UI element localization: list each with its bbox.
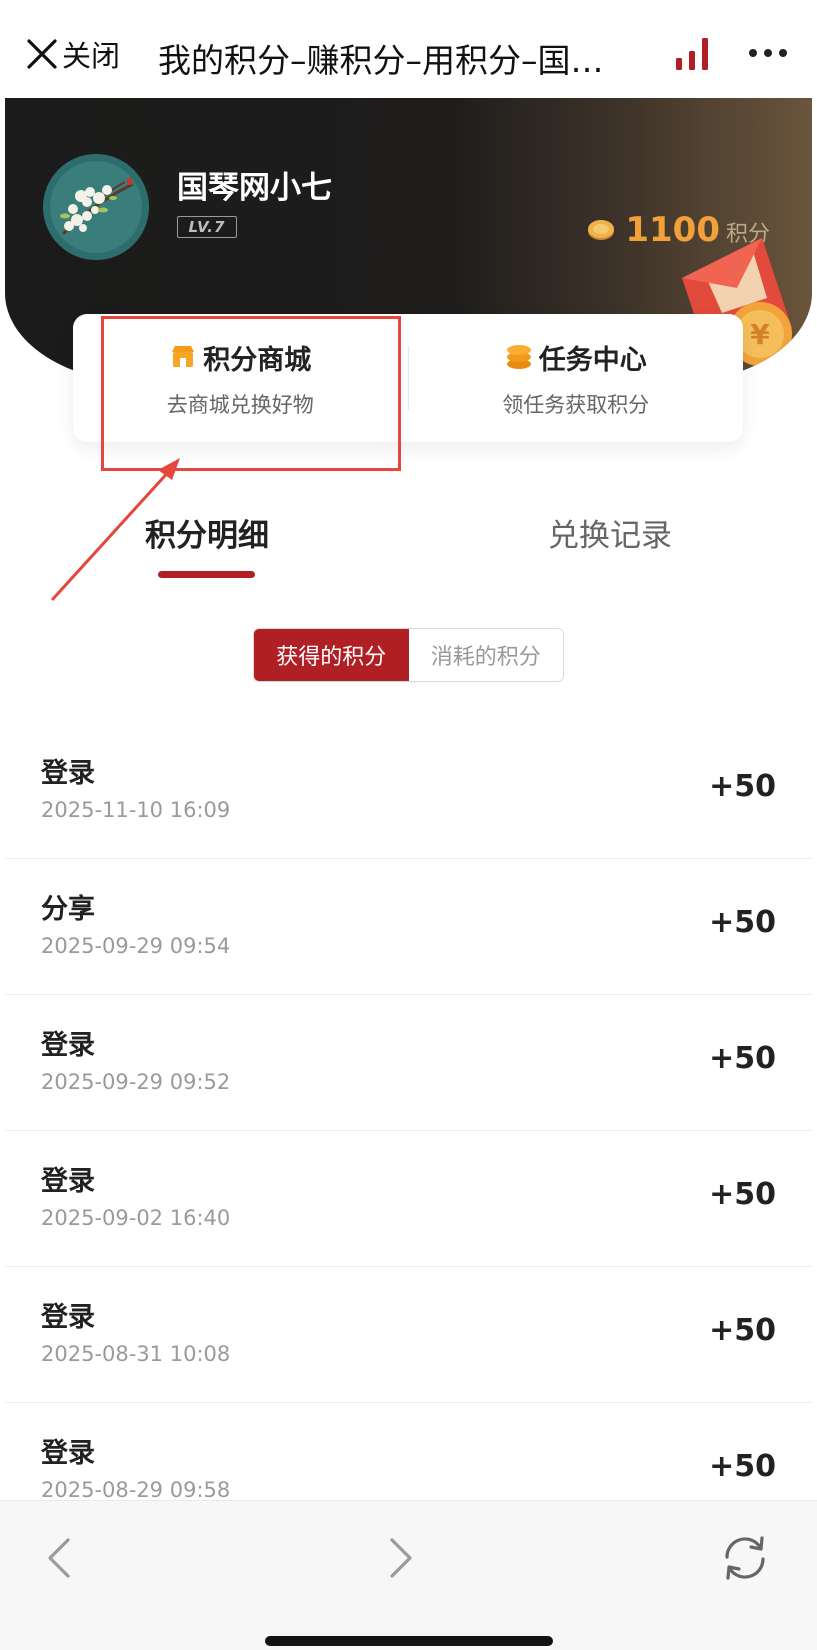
record-points: +50	[709, 1041, 776, 1076]
bar-chart-icon[interactable]	[675, 36, 709, 72]
points-record-list: 登录 2025-11-10 16:09 +50 分享 2025-09-29 09…	[5, 723, 812, 1539]
top-nav-bar: 关闭 我的积分–赚积分–用积分–国…	[0, 0, 817, 98]
active-tab-indicator	[158, 571, 255, 578]
list-item: 分享 2025-09-29 09:54 +50	[5, 859, 812, 995]
close-label: 关闭	[62, 39, 121, 73]
bottom-toolbar	[0, 1500, 817, 1650]
record-title: 登录	[41, 1438, 95, 1469]
level-badge: LV.7	[177, 216, 237, 238]
avatar-flower-image	[43, 154, 149, 260]
back-arrow-icon[interactable]	[40, 1535, 76, 1581]
coins-stack-icon	[506, 345, 531, 369]
record-points: +50	[709, 905, 776, 940]
username: 国琴网小七	[177, 170, 332, 206]
close-button[interactable]: 关闭	[24, 33, 120, 75]
task-center-title: 任务中心	[538, 344, 647, 376]
record-time: 2025-11-10 16:09	[41, 798, 231, 822]
refresh-icon[interactable]	[718, 1531, 772, 1585]
svg-text:¥: ¥	[750, 318, 770, 351]
list-item: 登录 2025-09-02 16:40 +50	[5, 1131, 812, 1267]
spent-points-button[interactable]: 消耗的积分	[408, 629, 563, 681]
more-icon[interactable]	[748, 44, 788, 68]
close-icon	[27, 39, 57, 69]
tab-bar: 积分明细 兑换记录	[0, 510, 817, 580]
page-title: 我的积分–赚积分–用积分–国…	[158, 41, 604, 80]
list-item: 登录 2025-09-29 09:52 +50	[5, 995, 812, 1131]
list-item: 登录 2025-08-31 10:08 +50	[5, 1267, 812, 1403]
record-title: 分享	[41, 894, 95, 925]
tab-points-detail[interactable]: 积分明细	[145, 510, 269, 555]
points-type-segment: 获得的积分 消耗的积分	[253, 628, 564, 682]
task-center-entry[interactable]: 任务中心 领任务获取积分	[409, 314, 744, 442]
record-points: +50	[709, 1313, 776, 1348]
avatar[interactable]	[43, 154, 149, 260]
record-title: 登录	[41, 758, 95, 789]
record-title: 登录	[41, 1166, 95, 1197]
task-center-subtitle: 领任务获取积分	[502, 392, 650, 417]
record-time: 2025-09-02 16:40	[41, 1206, 231, 1230]
tab-exchange-record[interactable]: 兑换记录	[548, 510, 672, 555]
record-points: +50	[709, 1449, 776, 1484]
record-time: 2025-08-29 09:58	[41, 1478, 231, 1502]
record-time: 2025-08-31 10:08	[41, 1342, 231, 1366]
home-indicator	[265, 1636, 553, 1646]
coin-icon	[588, 220, 615, 240]
record-time: 2025-09-29 09:52	[41, 1070, 231, 1094]
record-time: 2025-09-29 09:54	[41, 934, 231, 958]
record-title: 登录	[41, 1030, 95, 1061]
record-points: +50	[709, 769, 776, 804]
forward-arrow-icon[interactable]	[384, 1535, 420, 1581]
list-item: 登录 2025-11-10 16:09 +50	[5, 723, 812, 859]
earned-points-button[interactable]: 获得的积分	[254, 629, 409, 681]
record-points: +50	[709, 1177, 776, 1212]
record-title: 登录	[41, 1302, 95, 1333]
points-page: 关闭 我的积分–赚积分–用积分–国… 国琴网小七 LV.7 1100 积分 ¥ …	[0, 0, 817, 1650]
